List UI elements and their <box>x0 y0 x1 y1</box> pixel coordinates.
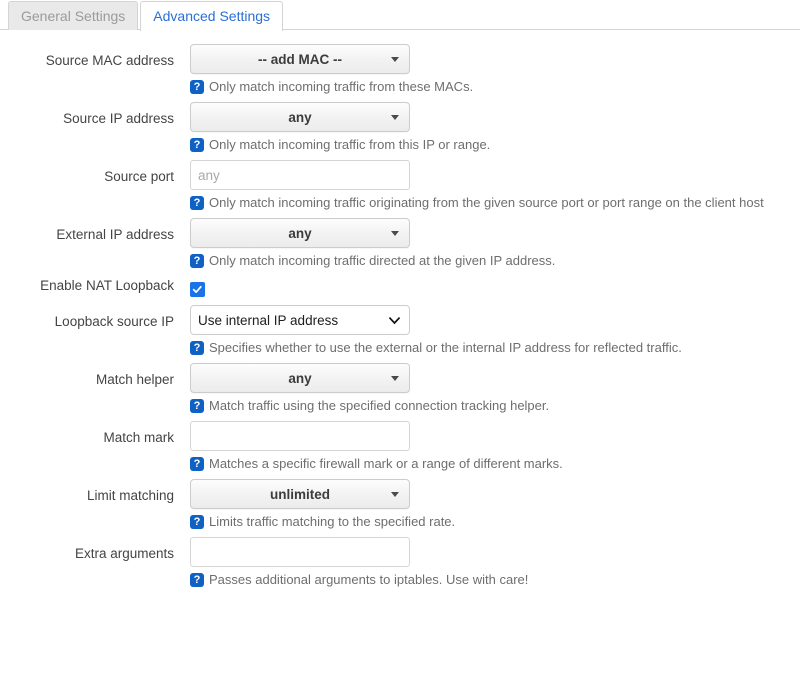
form-row-match-mark: Match mark? Matches a specific firewall m… <box>0 421 800 472</box>
help-text-loopback-source-ip: ? Specifies whether to use the external o… <box>190 340 800 356</box>
field-label-enable-nat-loopback: Enable NAT Loopback <box>40 278 174 293</box>
field-label-source-port: Source port <box>104 169 174 184</box>
form-row-loopback-source-ip: Loopback source IP Use internal IP addres… <box>0 305 800 356</box>
help-text-match-mark: ? Matches a specific firewall mark or a r… <box>190 456 800 472</box>
tab-general-settings-label: General Settings <box>21 8 126 24</box>
input-match-mark[interactable] <box>190 421 410 451</box>
help-text-limit-matching: ? Limits traffic matching to the specifie… <box>190 514 800 530</box>
form-row-source-mac-address: Source MAC address -- add MAC --? Only mat… <box>0 44 800 95</box>
help-text-label: Match traffic using the specified connec… <box>209 398 550 413</box>
input-extra-arguments[interactable] <box>190 537 410 567</box>
help-text-source-mac-address: ? Only match incoming traffic from these … <box>190 79 800 95</box>
field-control-source-mac-address: -- add MAC --? Only match incoming traffi… <box>190 44 800 95</box>
dropdown-value-limit-matching: unlimited <box>270 486 330 502</box>
dropdown-source-mac-address[interactable]: -- add MAC -- <box>190 44 410 74</box>
help-text-label: Matches a specific firewall mark or a ra… <box>209 456 563 471</box>
help-text-match-helper: ? Match traffic using the specified conne… <box>190 398 800 414</box>
form-row-enable-nat-loopback: Enable NAT Loopback <box>0 276 800 298</box>
dropdown-limit-matching[interactable]: unlimited <box>190 479 410 509</box>
help-text-label: Only match incoming traffic directed at … <box>209 253 556 268</box>
form-row-limit-matching: Limit matching unlimited? Limits traffic m… <box>0 479 800 530</box>
help-text-label: Only match incoming traffic from these M… <box>209 79 474 94</box>
caret-down-icon <box>391 376 399 381</box>
field-label-extra-arguments: Extra arguments <box>74 546 174 561</box>
question-mark-icon[interactable]: ? <box>190 515 204 529</box>
form-row-match-helper: Match helper any? Match traffic using the … <box>0 363 800 414</box>
settings-tab-bar: General Settings Advanced Settings <box>0 0 800 31</box>
form-row-source-port: Source port? Only match incoming traffic … <box>0 160 800 211</box>
field-control-source-ip-address: any? Only match incoming traffic from thi… <box>190 102 800 153</box>
dropdown-external-ip-address[interactable]: any <box>190 218 410 248</box>
dropdown-source-ip-address[interactable]: any <box>190 102 410 132</box>
input-source-port[interactable] <box>190 160 410 190</box>
dropdown-value-match-helper: any <box>288 370 312 386</box>
tab-general-settings[interactable]: General Settings <box>8 1 139 30</box>
field-label-source-mac-address: Source MAC address <box>45 53 174 68</box>
dropdown-value-external-ip-address: any <box>288 225 312 241</box>
dropdown-match-helper[interactable]: any <box>190 363 410 393</box>
help-text-label: Passes additional arguments to iptables.… <box>209 572 529 587</box>
advanced-settings-form: Source MAC address -- add MAC --? Only mat… <box>0 30 800 588</box>
question-mark-icon[interactable]: ? <box>190 196 204 210</box>
caret-down-icon <box>391 492 399 497</box>
help-text-source-ip-address: ? Only match incoming traffic from this I… <box>190 137 800 153</box>
field-label-external-ip-address: External IP address <box>56 227 174 242</box>
chevron-down-icon <box>389 315 400 326</box>
field-label-loopback-source-ip: Loopback source IP <box>54 314 174 329</box>
field-control-external-ip-address: any? Only match incoming traffic directed… <box>190 218 800 269</box>
field-label-match-mark: Match mark <box>103 430 174 445</box>
dropdown-value-source-mac-address: -- add MAC -- <box>258 51 342 67</box>
tab-advanced-settings[interactable]: Advanced Settings <box>140 1 284 31</box>
help-text-label: Only match incoming traffic from this IP… <box>209 137 491 152</box>
help-text-source-port: ? Only match incoming traffic originating… <box>190 195 800 211</box>
field-label-limit-matching: Limit matching <box>86 488 174 503</box>
caret-down-icon <box>391 231 399 236</box>
help-text-label: Specifies whether to use the external or… <box>209 340 682 355</box>
field-control-enable-nat-loopback <box>190 276 800 298</box>
field-control-loopback-source-ip: Use internal IP address? Specifies whethe… <box>190 305 800 356</box>
form-row-external-ip-address: External IP address any? Only match incomi… <box>0 218 800 269</box>
checkbox-enable-nat-loopback[interactable] <box>190 282 205 297</box>
question-mark-icon[interactable]: ? <box>190 399 204 413</box>
question-mark-icon[interactable]: ? <box>190 80 204 94</box>
field-label-match-helper: Match helper <box>95 372 174 387</box>
caret-down-icon <box>391 57 399 62</box>
select-loopback-source-ip[interactable]: Use internal IP address <box>190 305 410 335</box>
field-control-match-helper: any? Match traffic using the specified co… <box>190 363 800 414</box>
field-control-source-port: ? Only match incoming traffic originating… <box>190 160 800 211</box>
tab-advanced-settings-label: Advanced Settings <box>153 8 271 24</box>
question-mark-icon[interactable]: ? <box>190 138 204 152</box>
field-control-extra-arguments: ? Passes additional arguments to iptables… <box>190 537 800 588</box>
help-text-external-ip-address: ? Only match incoming traffic directed at… <box>190 253 800 269</box>
question-mark-icon[interactable]: ? <box>190 457 204 471</box>
form-row-source-ip-address: Source IP address any? Only match incoming… <box>0 102 800 153</box>
field-label-source-ip-address: Source IP address <box>63 111 174 126</box>
field-control-limit-matching: unlimited? Limits traffic matching to the… <box>190 479 800 530</box>
field-control-match-mark: ? Matches a specific firewall mark or a r… <box>190 421 800 472</box>
question-mark-icon[interactable]: ? <box>190 254 204 268</box>
help-text-label: Only match incoming traffic originating … <box>209 195 764 210</box>
help-text-label: Limits traffic matching to the specified… <box>209 514 456 529</box>
select-value-loopback-source-ip: Use internal IP address <box>198 312 339 328</box>
form-row-extra-arguments: Extra arguments? Passes additional argume… <box>0 537 800 588</box>
caret-down-icon <box>391 115 399 120</box>
dropdown-value-source-ip-address: any <box>288 109 312 125</box>
help-text-extra-arguments: ? Passes additional arguments to iptables… <box>190 572 800 588</box>
question-mark-icon[interactable]: ? <box>190 341 204 355</box>
question-mark-icon[interactable]: ? <box>190 573 204 587</box>
